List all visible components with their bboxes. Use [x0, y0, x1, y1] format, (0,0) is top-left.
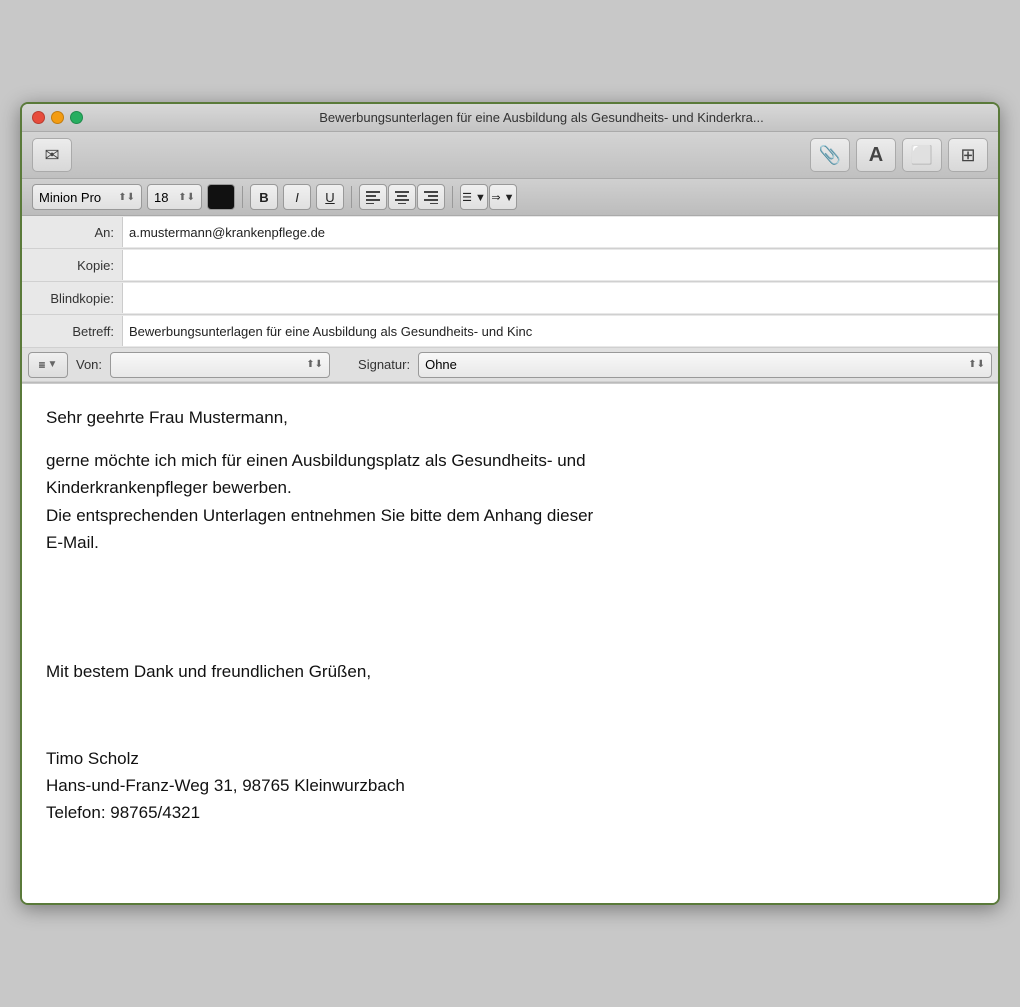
attach-button[interactable]: 📎: [810, 138, 850, 172]
align-right-icon: [424, 190, 438, 204]
titlebar: Bewerbungsunterlagen für eine Ausbildung…: [22, 104, 998, 132]
sig-address: Hans-und-Franz-Weg 31, 98765 Kleinwurzba…: [46, 776, 405, 795]
format-bar: Minion Pro ⬆⬇ 18 ⬆⬇ B I U: [22, 179, 998, 216]
window-title: Bewerbungsunterlagen für eine Ausbildung…: [95, 110, 988, 125]
subject-input[interactable]: [122, 316, 998, 346]
email-body[interactable]: Sehr geehrte Frau Mustermann, gerne möch…: [22, 383, 998, 903]
sig-name: Timo Scholz: [46, 749, 139, 768]
align-group: [359, 184, 445, 210]
color-button[interactable]: [207, 184, 235, 210]
traffic-lights: [32, 111, 83, 124]
align-center-icon: [395, 190, 409, 204]
body-paragraph1: gerne möchte ich mich für einen Ausbildu…: [46, 447, 974, 556]
bcc-field-row: Blindkopie:: [22, 282, 998, 315]
main-toolbar: ✉ 📎 A ⬜ ⊞: [22, 132, 998, 179]
send-button[interactable]: ✉: [32, 138, 72, 172]
photo-button[interactable]: ⬜: [902, 138, 942, 172]
align-center-button[interactable]: [388, 184, 416, 210]
header-fields: An: Kopie: Blindkopie: Betreff: ≡ ▼ Von:…: [22, 216, 998, 383]
body-spacer2: [46, 615, 974, 642]
align-right-button[interactable]: [417, 184, 445, 210]
cc-field-row: Kopie:: [22, 249, 998, 282]
body-spacer: [46, 572, 974, 599]
font-size-label: 18: [154, 190, 168, 205]
align-left-button[interactable]: [359, 184, 387, 210]
from-label: Von:: [76, 357, 102, 372]
cc-input[interactable]: [122, 250, 998, 280]
menu-lines-icon: ≡: [39, 358, 46, 372]
italic-button[interactable]: I: [283, 184, 311, 210]
divider1: [242, 186, 243, 208]
align-left-icon: [366, 190, 380, 204]
font-size-select[interactable]: 18 ⬆⬇: [147, 184, 202, 210]
font-icon: A: [869, 144, 883, 167]
body-greeting: Sehr geehrte Frau Mustermann,: [46, 404, 974, 431]
bcc-label: Blindkopie:: [22, 291, 122, 306]
mail-window: Bewerbungsunterlagen für eine Ausbildung…: [20, 102, 1000, 905]
menu-chevron-icon: ▼: [48, 359, 58, 370]
body-spacer3: [46, 702, 974, 729]
underline-button[interactable]: U: [316, 184, 344, 210]
from-row: ≡ ▼ Von: ⬆⬇ Signatur: Ohne ⬆⬇: [22, 348, 998, 382]
font-family-label: Minion Pro: [39, 190, 101, 205]
font-button[interactable]: A: [856, 138, 896, 172]
bcc-input[interactable]: [122, 283, 998, 313]
grid-icon: ⊞: [960, 145, 975, 166]
indent-button[interactable]: ⇒ ▼: [489, 184, 517, 210]
signature-label: Signatur:: [358, 357, 410, 372]
sig-phone: Telefon: 98765/4321: [46, 803, 200, 822]
photo-icon: ⬜: [911, 145, 933, 166]
font-size-chevron: ⬆⬇: [178, 192, 195, 203]
sig-chevron: ⬆⬇: [968, 359, 985, 370]
font-family-select[interactable]: Minion Pro ⬆⬇: [32, 184, 142, 210]
list-group: ☰ ▼ ⇒ ▼: [460, 184, 517, 210]
from-menu-button[interactable]: ≡ ▼: [28, 352, 68, 378]
close-button[interactable]: [32, 111, 45, 124]
body-closing: Mit bestem Dank und freundlichen Grüßen,: [46, 658, 974, 685]
body-signature: Timo Scholz Hans-und-Franz-Weg 31, 98765…: [46, 745, 974, 827]
bold-button[interactable]: B: [250, 184, 278, 210]
divider3: [452, 186, 453, 208]
indent-icon: ⇒ ▼: [491, 191, 514, 204]
to-label: An:: [22, 225, 122, 240]
to-input[interactable]: [122, 217, 998, 247]
minimize-button[interactable]: [51, 111, 64, 124]
send-icon: ✉: [44, 145, 59, 166]
maximize-button[interactable]: [70, 111, 83, 124]
font-family-chevron: ⬆⬇: [118, 192, 135, 203]
more-button[interactable]: ⊞: [948, 138, 988, 172]
subject-field-row: Betreff:: [22, 315, 998, 348]
cc-label: Kopie:: [22, 258, 122, 273]
from-select-chevron: ⬆⬇: [306, 359, 323, 370]
from-select[interactable]: ⬆⬇: [110, 352, 330, 378]
signature-select[interactable]: Ohne ⬆⬇: [418, 352, 992, 378]
to-field-row: An:: [22, 216, 998, 249]
paperclip-icon: 📎: [819, 145, 841, 166]
subject-label: Betreff:: [22, 324, 122, 339]
list-icon: ☰ ▼: [462, 191, 486, 204]
list-button[interactable]: ☰ ▼: [460, 184, 488, 210]
divider2: [351, 186, 352, 208]
signature-value: Ohne: [425, 357, 457, 372]
